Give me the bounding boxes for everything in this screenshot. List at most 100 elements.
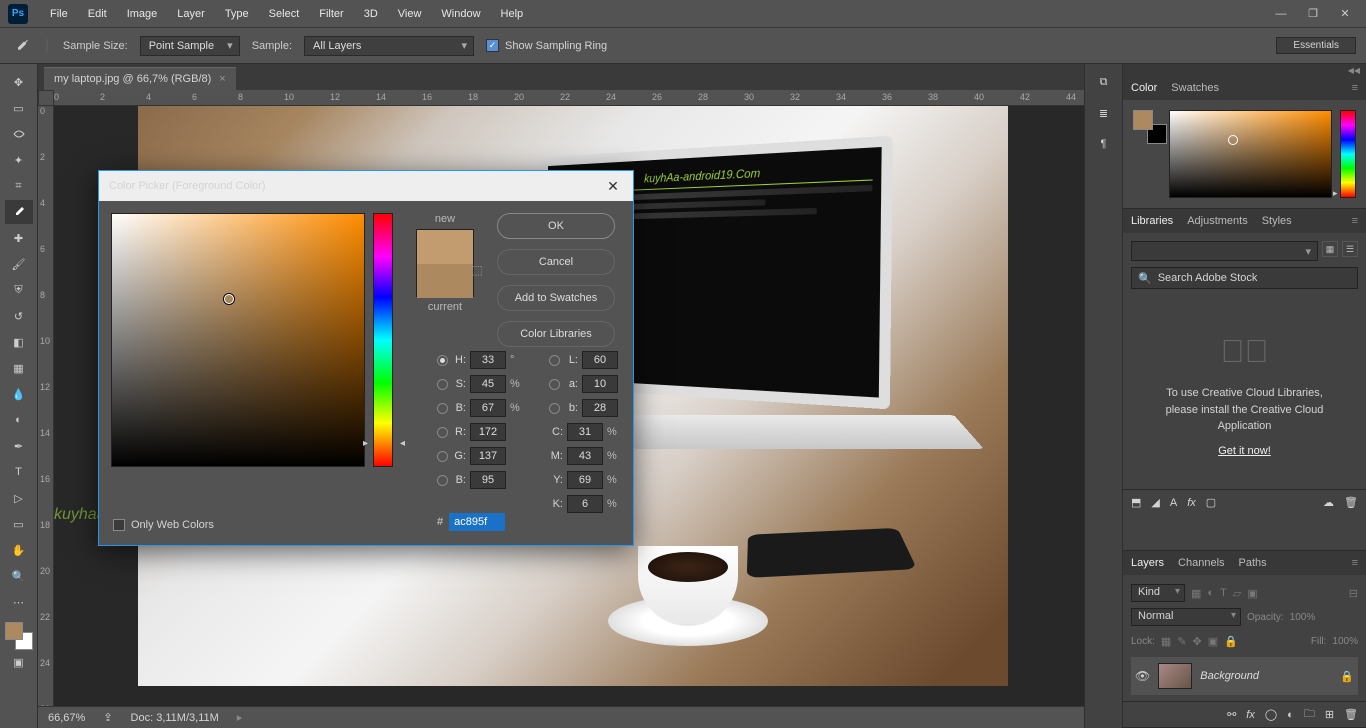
get-it-now-link[interactable]: Get it now!: [1218, 443, 1271, 460]
radio-l[interactable]: [549, 355, 560, 366]
input-blue[interactable]: [470, 471, 506, 489]
cancel-button[interactable]: Cancel: [497, 249, 615, 275]
foreground-swatch[interactable]: [5, 622, 23, 640]
input-c[interactable]: [567, 423, 603, 441]
add-color-icon[interactable]: ▢: [1206, 496, 1216, 509]
panel-menu-icon[interactable]: ≡: [1352, 557, 1358, 569]
new-layer-icon[interactable]: ⊞: [1325, 708, 1334, 721]
layer-thumbnail[interactable]: [1158, 663, 1192, 689]
tab-color[interactable]: Color: [1131, 77, 1157, 99]
fill-value[interactable]: 100%: [1332, 636, 1358, 647]
color-swatches[interactable]: [5, 622, 33, 650]
input-y[interactable]: [567, 471, 603, 489]
lock-nest-icon[interactable]: ▣: [1208, 635, 1218, 648]
layer-mask-icon[interactable]: ◯: [1265, 708, 1277, 721]
radio-b[interactable]: [437, 403, 448, 414]
input-h[interactable]: [470, 351, 506, 369]
menu-window[interactable]: Window: [431, 8, 490, 20]
panel-menu-icon[interactable]: ≡: [1352, 82, 1358, 94]
layer-filter-kind[interactable]: Kind: [1131, 584, 1185, 602]
mini-foreground[interactable]: [1133, 110, 1153, 130]
menu-image[interactable]: Image: [117, 8, 168, 20]
add-content-icon[interactable]: ⬒: [1131, 496, 1141, 509]
filter-type-icon[interactable]: T: [1220, 587, 1227, 599]
dialog-close-button[interactable]: ✕: [603, 176, 623, 196]
layer-style-icon[interactable]: fx: [1246, 709, 1255, 721]
adjustment-layer-icon[interactable]: ◐: [1287, 709, 1294, 721]
tab-channels[interactable]: Channels: [1178, 552, 1224, 574]
input-r[interactable]: [470, 423, 506, 441]
hue-slider[interactable]: [373, 213, 393, 467]
radio-g[interactable]: [437, 451, 448, 462]
brush-tool[interactable]: 🖌: [5, 252, 33, 276]
crop-tool[interactable]: ⌗: [5, 174, 33, 198]
show-sampling-ring-checkbox[interactable]: ✓: [486, 39, 499, 52]
library-select[interactable]: [1131, 241, 1318, 261]
menu-type[interactable]: Type: [215, 8, 259, 20]
healing-tool[interactable]: ✚: [5, 226, 33, 250]
history-brush-tool[interactable]: ↺: [5, 304, 33, 328]
status-zoom[interactable]: 66,67%: [48, 712, 85, 724]
edit-toolbar[interactable]: ⋯: [5, 590, 33, 614]
menu-filter[interactable]: Filter: [309, 8, 353, 20]
filter-adjust-icon[interactable]: ◐: [1207, 587, 1214, 599]
ruler-vertical[interactable]: 0246810121416182022242628: [38, 106, 54, 706]
radio-h[interactable]: [437, 355, 448, 366]
properties-icon[interactable]: ≣: [1099, 107, 1108, 120]
saturation-value-field[interactable]: [111, 213, 365, 467]
status-doc-size[interactable]: Doc: 3,11M/3,11M: [131, 712, 219, 724]
lasso-tool[interactable]: [5, 122, 33, 146]
document-tab-close[interactable]: ×: [219, 73, 225, 85]
radio-lab-b[interactable]: [549, 403, 560, 414]
tab-swatches[interactable]: Swatches: [1171, 77, 1219, 99]
menu-layer[interactable]: Layer: [167, 8, 215, 20]
panel-menu-icon[interactable]: ≡: [1352, 215, 1358, 227]
input-bval[interactable]: [470, 399, 506, 417]
input-k[interactable]: [567, 495, 603, 513]
group-icon[interactable]: 🗀: [1304, 705, 1315, 724]
menu-select[interactable]: Select: [259, 8, 310, 20]
dodge-tool[interactable]: ◐: [5, 408, 33, 432]
input-s[interactable]: [470, 375, 506, 393]
search-stock-input[interactable]: 🔍 Search Adobe Stock: [1131, 267, 1358, 289]
radio-blue[interactable]: [437, 475, 448, 486]
ruler-horizontal[interactable]: 0246810121416182022242628303234363840424…: [54, 90, 1084, 106]
menu-3d[interactable]: 3D: [354, 8, 388, 20]
input-g[interactable]: [470, 447, 506, 465]
tab-adjustments[interactable]: Adjustments: [1187, 210, 1248, 232]
eyedropper-tool[interactable]: [5, 200, 33, 224]
menu-edit[interactable]: Edit: [78, 8, 117, 20]
type-tool[interactable]: T: [5, 460, 33, 484]
input-a[interactable]: [582, 375, 618, 393]
only-web-colors-checkbox[interactable]: [113, 519, 125, 531]
lock-position-icon[interactable]: ✎: [1177, 635, 1186, 648]
grid-view-icon[interactable]: ▦: [1322, 241, 1338, 257]
document-tab[interactable]: my laptop.jpg @ 66,7% (RGB/8) ×: [44, 67, 236, 90]
color-libraries-button[interactable]: Color Libraries: [497, 321, 615, 347]
shape-tool[interactable]: ▭: [5, 512, 33, 536]
tab-styles[interactable]: Styles: [1262, 210, 1292, 232]
menu-file[interactable]: File: [40, 8, 78, 20]
quick-select-tool[interactable]: ✦: [5, 148, 33, 172]
add-to-swatches-button[interactable]: Add to Swatches: [497, 285, 615, 311]
hex-input[interactable]: [449, 513, 505, 531]
marquee-tool[interactable]: ▭: [5, 96, 33, 120]
panel-collapse[interactable]: ◀◀: [1123, 64, 1366, 76]
radio-r[interactable]: [437, 427, 448, 438]
eraser-tool[interactable]: ◧: [5, 330, 33, 354]
tab-libraries[interactable]: Libraries: [1131, 210, 1173, 232]
window-minimize-button[interactable]: ―: [1274, 7, 1288, 21]
visibility-icon[interactable]: 👁: [1135, 669, 1150, 683]
path-select-tool[interactable]: ▷: [5, 486, 33, 510]
input-l[interactable]: [582, 351, 618, 369]
window-close-button[interactable]: ✕: [1338, 7, 1352, 21]
color-field[interactable]: [1169, 110, 1332, 198]
filter-shape-icon[interactable]: ▱: [1233, 587, 1241, 600]
opacity-value[interactable]: 100%: [1290, 612, 1316, 623]
lock-pixels-icon[interactable]: ▦: [1161, 635, 1171, 648]
tab-paths[interactable]: Paths: [1239, 552, 1267, 574]
input-lab-b[interactable]: [582, 399, 618, 417]
ruler-origin[interactable]: [38, 90, 54, 106]
filter-pixel-icon[interactable]: ▦: [1191, 587, 1201, 600]
trash-icon[interactable]: 🗑: [1344, 496, 1358, 509]
